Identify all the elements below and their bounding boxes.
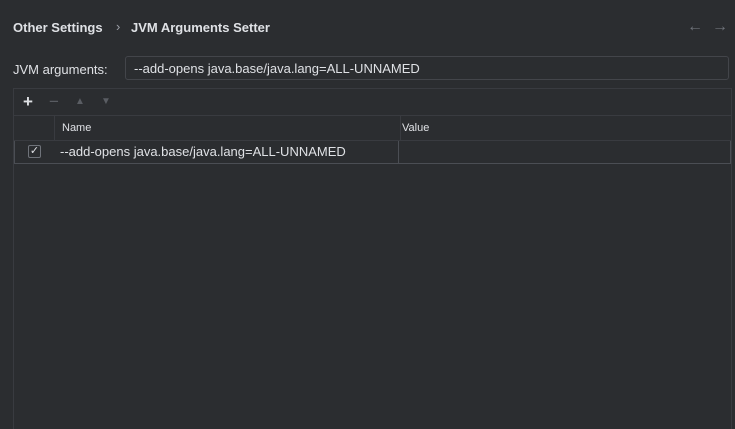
breadcrumb-separator-icon: ›	[116, 19, 121, 34]
table-toolbar: + − ▲ ▼	[14, 89, 731, 115]
row-name-cell[interactable]: --add-opens java.base/java.lang=ALL-UNNA…	[56, 141, 399, 163]
arguments-table: Name Value ✓ --add-opens java.base/java.…	[14, 115, 731, 164]
column-header-value[interactable]: Value	[395, 116, 429, 140]
table-row[interactable]: ✓ --add-opens java.base/java.lang=ALL-UN…	[14, 141, 731, 164]
move-down-icon[interactable]: ▼	[96, 92, 116, 112]
add-icon[interactable]: +	[18, 92, 38, 112]
table-header: Name Value	[14, 115, 731, 141]
back-arrow-icon[interactable]: ←	[686, 18, 704, 36]
row-value-cell[interactable]	[396, 141, 731, 163]
jvm-arguments-label: JVM arguments:	[13, 62, 108, 77]
column-header-name[interactable]: Name	[55, 116, 401, 140]
breadcrumb-parent[interactable]: Other Settings	[13, 20, 103, 35]
remove-icon[interactable]: −	[44, 92, 64, 112]
row-enabled-cell: ✓	[15, 141, 55, 163]
header: Other Settings › JVM Arguments Setter ← …	[0, 0, 735, 56]
move-up-icon[interactable]: ▲	[70, 92, 90, 112]
arguments-table-panel: + − ▲ ▼ Name Value ✓ --add-opens java.ba…	[13, 88, 732, 429]
row-enabled-checkbox[interactable]: ✓	[28, 145, 41, 158]
settings-panel: Other Settings › JVM Arguments Setter ← …	[0, 0, 735, 429]
jvm-arguments-input[interactable]	[125, 56, 729, 80]
forward-arrow-icon[interactable]: →	[711, 18, 729, 36]
column-header-enabled	[14, 116, 55, 140]
page-title: JVM Arguments Setter	[131, 20, 270, 35]
